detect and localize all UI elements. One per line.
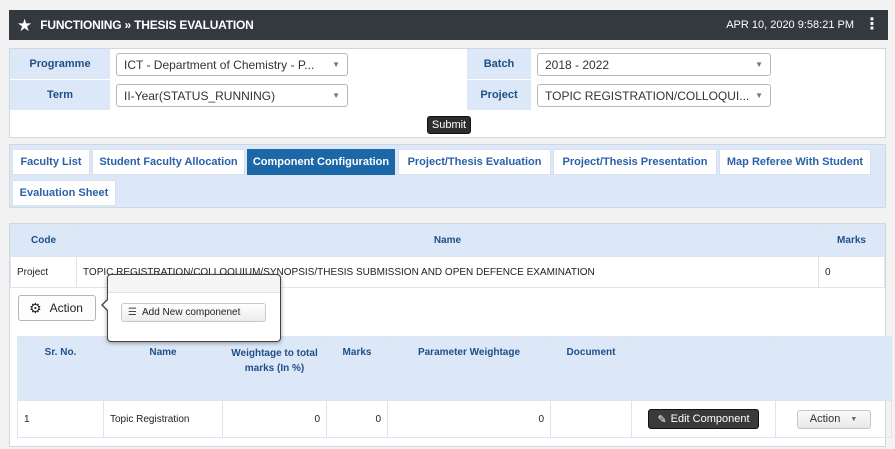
- action-button[interactable]: ⚙ Action: [18, 295, 96, 321]
- row-weightage: 0: [222, 400, 327, 438]
- add-new-component-button[interactable]: ☰ Add New componenet: [121, 303, 266, 322]
- tab-project-thesis-presentation[interactable]: Project/Thesis Presentation: [553, 149, 717, 175]
- col-header-name: Name: [76, 224, 819, 257]
- star-icon[interactable]: ★: [17, 17, 32, 34]
- batch-label: Batch: [467, 49, 531, 80]
- col-header-name: Name: [103, 336, 223, 401]
- tab-student-faculty-allocation[interactable]: Student Faculty Allocation: [92, 149, 245, 175]
- submit-button[interactable]: Submit: [427, 116, 471, 134]
- component-table: Sr. No. Name Weightage to total marks (I…: [17, 336, 892, 438]
- col-header-code: Code: [10, 224, 77, 257]
- project-code: Project: [10, 256, 77, 288]
- chevron-down-icon: ▼: [755, 91, 763, 100]
- tab-project-thesis-evaluation[interactable]: Project/Thesis Evaluation: [398, 149, 551, 175]
- col-header-parameter-weightage: Parameter Weightage: [387, 336, 551, 401]
- tab-evaluation-sheet[interactable]: Evaluation Sheet: [12, 180, 116, 206]
- chevron-down-icon: ▼: [755, 60, 763, 69]
- project-label: Project: [467, 80, 531, 111]
- row-document: [550, 400, 632, 438]
- col-header-edit: [631, 336, 776, 401]
- project-marks: 0: [818, 256, 885, 288]
- top-header-bar: ★ FUNCTIONING » THESIS EVALUATION APR 10…: [9, 10, 888, 40]
- tab-map-referee[interactable]: Map Referee With Student: [719, 149, 871, 175]
- col-header-marks: Marks: [818, 224, 885, 257]
- term-select[interactable]: II-Year(STATUS_RUNNING) ▼: [116, 84, 348, 107]
- tab-faculty-list[interactable]: Faculty List: [12, 149, 90, 175]
- table-row: 1 Topic Registration 0 0 0 ✎ Edit Compon…: [17, 400, 892, 438]
- col-header-action: [775, 336, 892, 401]
- programme-select[interactable]: ICT - Department of Chemistry - P... ▼: [116, 53, 348, 76]
- row-parameter-weightage: 0: [387, 400, 551, 438]
- project-select[interactable]: TOPIC REGISTRATION/COLLOQUI... ▼: [537, 84, 771, 107]
- page-title: FUNCTIONING » THESIS EVALUATION: [40, 18, 254, 32]
- filter-panel: Programme ICT - Department of Chemistry …: [9, 48, 886, 138]
- col-header-document: Document: [550, 336, 632, 401]
- chevron-down-icon: ▼: [332, 91, 340, 100]
- batch-select[interactable]: 2018 - 2022 ▼: [537, 53, 771, 76]
- row-marks: 0: [326, 400, 388, 438]
- chevron-down-icon: ▼: [332, 60, 340, 69]
- component-panel: Code Name Marks Project TOPIC REGISTRATI…: [9, 223, 892, 447]
- tab-component-configuration[interactable]: Component Configuration: [247, 149, 395, 175]
- gear-icon: ⚙: [29, 299, 42, 316]
- more-options-icon[interactable]: ⋮: [864, 17, 880, 33]
- row-sr: 1: [17, 400, 104, 438]
- row-name: Topic Registration: [103, 400, 223, 438]
- programme-label: Programme: [10, 49, 110, 80]
- col-header-sr: Sr. No.: [17, 336, 104, 401]
- datetime: APR 10, 2020 9:58:21 PM: [726, 19, 854, 31]
- col-header-weightage: Weightage to total marks (In %): [222, 336, 327, 401]
- chevron-down-icon: ▼: [850, 415, 858, 423]
- edit-component-button[interactable]: ✎ Edit Component: [648, 409, 759, 429]
- action-popover: ☰ Add New componenet: [101, 274, 281, 342]
- term-label: Term: [10, 80, 110, 111]
- pencil-icon: ✎: [657, 413, 667, 426]
- tab-bar: Faculty List Student Faculty Allocation …: [9, 144, 886, 208]
- col-header-marks: Marks: [326, 336, 388, 401]
- row-action-dropdown[interactable]: Action ▼: [796, 409, 871, 429]
- list-icon: ☰: [128, 307, 137, 318]
